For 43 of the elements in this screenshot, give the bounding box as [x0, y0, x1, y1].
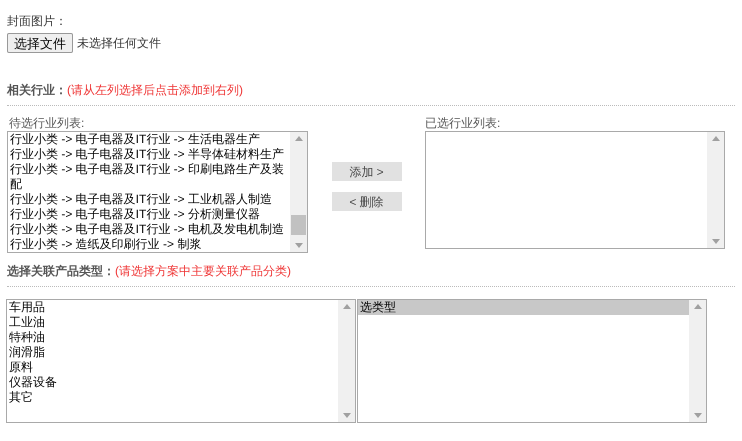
list-item[interactable]: 特种油 [7, 330, 338, 345]
remove-button[interactable]: < 删除 [332, 192, 402, 211]
scroll-up-icon[interactable] [342, 304, 350, 309]
list-label: 待选行业列表: [8, 115, 86, 131]
list-box[interactable]: 行业小类 -> 电子电器及IT行业 -> 生活电器生产 行业小类 -> 电子电器及IT行业 -> 半导体硅材料生产 行业小类 -> 电子电器及IT行业 -> 印刷电路生产及装配 行业小类 -> 电子电器及IT行业 -> 工业机器人制造 行业小类 -> 电子电器及IT行业 -> 分析测量仪器 行业小类 -> 电子电器及IT行业 -> 电机及发电机制造 行业小类 -> 造纸及印刷行业 -> 制浆 [7, 131, 308, 253]
field-label: 封面图片： [7, 14, 68, 29]
section-hint: (请选择方案中主要关联产品分类) [115, 264, 291, 278]
list-item[interactable]: 行业小类 -> 造纸及印刷行业 -> 制浆 [8, 237, 290, 252]
list-item[interactable]: 原料 [7, 360, 338, 375]
list-item[interactable]: 行业小类 -> 电子电器及IT行业 -> 分析测量仪器 [8, 207, 290, 222]
list-item[interactable]: 工业油 [7, 315, 338, 330]
choose-file-button[interactable]: 选择文件 [7, 33, 73, 53]
scroll-down-icon[interactable] [712, 239, 720, 244]
scrollbar[interactable] [290, 132, 307, 252]
scrollbar[interactable] [707, 132, 724, 248]
list-box[interactable]: 车用品 工业油 特种油 润滑脂 原料 仪器设备 其它 [6, 299, 356, 423]
file-status: 未选择任何文件 [77, 35, 161, 52]
list-item[interactable]: 行业小类 -> 电子电器及IT行业 -> 电机及发电机制造 [8, 222, 290, 237]
section-title: 相关行业： [7, 83, 67, 97]
list-item[interactable]: 行业小类 -> 电子电器及IT行业 -> 生活电器生产 [8, 132, 290, 147]
scroll-thumb[interactable] [291, 215, 306, 235]
scroll-up-icon[interactable] [294, 136, 302, 141]
list-item[interactable]: 其它 [7, 390, 338, 405]
list-item[interactable]: 车用品 [7, 300, 338, 315]
list-item[interactable]: 选类型 [358, 300, 689, 315]
scroll-down-icon[interactable] [694, 413, 702, 418]
list-item[interactable]: 仪器设备 [7, 375, 338, 390]
add-button[interactable]: 添加 > [332, 162, 402, 181]
list-item[interactable]: 行业小类 -> 电子电器及IT行业 -> 印刷电路生产及装配 [8, 162, 290, 192]
list-item[interactable]: 润滑脂 [7, 345, 338, 360]
list-item[interactable]: 行业小类 -> 电子电器及IT行业 -> 工业机器人制造 [8, 192, 290, 207]
scrollbar[interactable] [689, 300, 706, 422]
list-item[interactable]: 行业小类 -> 电子电器及IT行业 -> 半导体硅材料生产 [8, 147, 290, 162]
section-title: 选择关联产品类型： [7, 264, 115, 278]
section-hint: (请从左列选择后点击添加到右列) [67, 83, 243, 97]
scroll-down-icon[interactable] [294, 243, 302, 248]
scroll-down-icon[interactable] [342, 413, 350, 418]
scroll-up-icon[interactable] [712, 136, 720, 141]
scrollbar[interactable] [338, 300, 355, 422]
list-label: 已选行业列表: [425, 115, 502, 131]
list-box[interactable]: 选类型 [357, 299, 707, 423]
list-box[interactable] [425, 131, 725, 249]
scroll-up-icon[interactable] [694, 304, 702, 309]
